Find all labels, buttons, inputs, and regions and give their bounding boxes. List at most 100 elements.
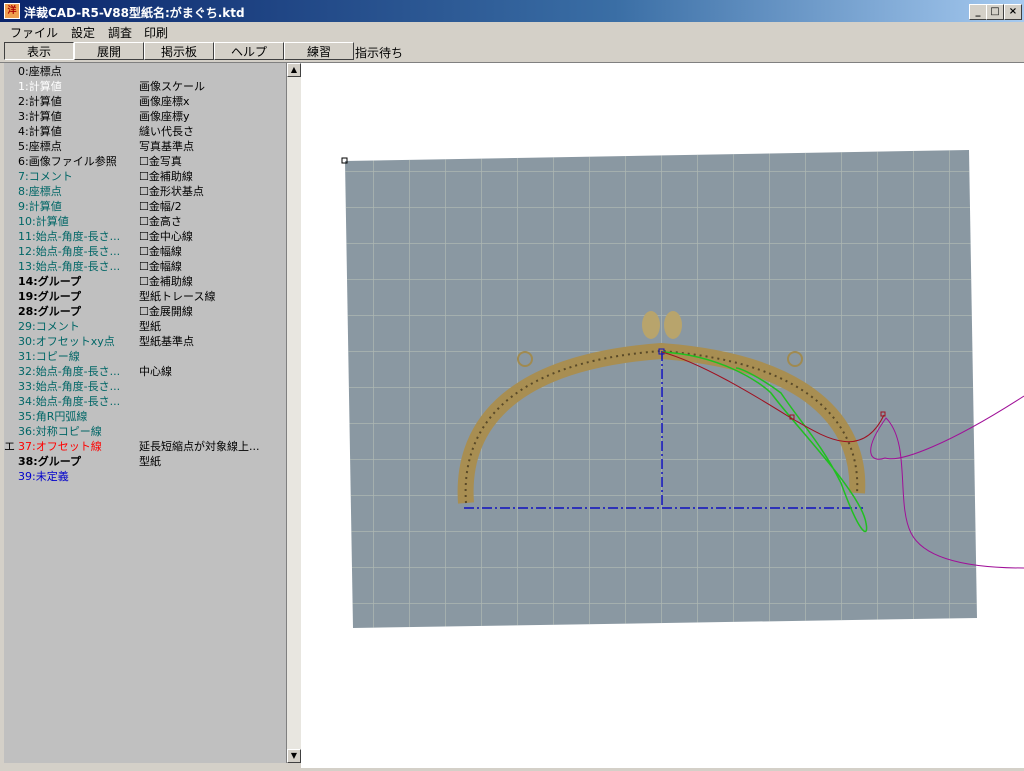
- list-item[interactable]: 28:グループ ☐金展開線: [4, 304, 286, 319]
- menu-settings[interactable]: 設定: [71, 24, 95, 41]
- item-value: 型紙トレース線: [139, 290, 216, 303]
- menu-print[interactable]: 印刷: [144, 24, 168, 41]
- app-icon[interactable]: 洋: [4, 3, 20, 19]
- item-key: 13:始点-角度-長さ...: [18, 260, 121, 273]
- item-value: 縫い代長さ: [139, 125, 194, 138]
- item-value: 型紙基準点: [139, 335, 194, 348]
- list-item[interactable]: 19:グループ 型紙トレース線: [4, 289, 286, 304]
- list-item[interactable]: 31:コピー線: [4, 349, 286, 364]
- item-value: ☐金形状基点: [139, 185, 204, 198]
- list-item[interactable]: 6:画像ファイル参照 ☐金写真: [4, 154, 286, 169]
- menu-file[interactable]: ファイル: [10, 24, 58, 41]
- item-value: 型紙: [139, 320, 161, 333]
- item-value: 写真基準点: [139, 140, 194, 153]
- board-button[interactable]: 掲示板: [144, 42, 214, 60]
- maximize-button[interactable]: □: [986, 4, 1004, 20]
- item-key: 30:オフセットxy点: [18, 335, 115, 348]
- window-title: 洋裁CAD-R5-V88型紙名:がまぐち.ktd: [24, 6, 245, 20]
- list-item[interactable]: エ 37:オフセット線 延長短縮点が対象線上...: [4, 439, 286, 454]
- item-key: 38:グループ: [18, 455, 82, 468]
- scroll-down-arrow-icon[interactable]: ▼: [287, 749, 301, 763]
- list-item[interactable]: 10:計算値 ☐金高さ: [4, 214, 286, 229]
- item-key: 37:オフセット線: [18, 440, 102, 453]
- item-key: 0:座標点: [18, 65, 62, 78]
- item-value: 画像座標x: [139, 95, 190, 108]
- item-key: 19:グループ: [18, 290, 82, 303]
- item-key: 14:グループ: [18, 275, 82, 288]
- item-key: 36:対称コピー線: [18, 425, 102, 438]
- list-item[interactable]: 34:始点-角度-長さ...: [4, 394, 286, 409]
- item-marker: エ: [4, 440, 15, 453]
- list-item[interactable]: 35:角R円弧線: [4, 409, 286, 424]
- item-key: 8:座標点: [18, 185, 62, 198]
- item-key: 35:角R円弧線: [18, 410, 88, 423]
- item-value: ☐金補助線: [139, 275, 193, 288]
- item-key: 10:計算値: [18, 215, 69, 228]
- list-item[interactable]: 14:グループ ☐金補助線: [4, 274, 286, 289]
- list-item[interactable]: 11:始点-角度-長さ... ☐金中心線: [4, 229, 286, 244]
- item-key: 5:座標点: [18, 140, 62, 153]
- practice-button[interactable]: 練習: [284, 42, 354, 60]
- list-item[interactable]: 13:始点-角度-長さ... ☐金幅線: [4, 259, 286, 274]
- title-bar: 洋 洋裁CAD-R5-V88型紙名:がまぐち.ktd _ □ ×: [0, 0, 1024, 22]
- minimize-button[interactable]: _: [969, 4, 987, 20]
- list-scrollbar[interactable]: ▲ ▼: [286, 63, 301, 763]
- list-item[interactable]: 4:計算値 縫い代長さ: [4, 124, 286, 139]
- list-item[interactable]: 2:計算値 画像座標x: [4, 94, 286, 109]
- item-key: 11:始点-角度-長さ...: [18, 230, 121, 243]
- item-value: 延長短縮点が対象線上...: [139, 440, 260, 453]
- item-value: ☐金幅線: [139, 245, 182, 258]
- list-item[interactable]: 0:座標点: [4, 64, 286, 79]
- close-button[interactable]: ×: [1004, 4, 1022, 20]
- list-item[interactable]: 29:コメント 型紙: [4, 319, 286, 334]
- item-value: ☐金写真: [139, 155, 182, 168]
- expand-button[interactable]: 展開: [74, 42, 144, 60]
- list-item[interactable]: 36:対称コピー線: [4, 424, 286, 439]
- drawing-canvas[interactable]: [301, 63, 1024, 768]
- item-value: ☐金幅/2: [139, 200, 182, 213]
- item-value: 画像スケール: [139, 80, 205, 93]
- status-text: 指示待ち: [355, 46, 404, 60]
- item-key: 3:計算値: [18, 110, 62, 123]
- item-value: ☐金幅線: [139, 260, 182, 273]
- item-value: 画像座標y: [139, 110, 190, 123]
- list-item[interactable]: 33:始点-角度-長さ...: [4, 379, 286, 394]
- item-key: 2:計算値: [18, 95, 62, 108]
- list-item[interactable]: 8:座標点 ☐金形状基点: [4, 184, 286, 199]
- item-key: 28:グループ: [18, 305, 82, 318]
- list-item[interactable]: 7:コメント ☐金補助線: [4, 169, 286, 184]
- item-key: 7:コメント: [18, 170, 73, 183]
- list-item[interactable]: 1:計算値 画像スケール: [4, 79, 286, 94]
- list-item[interactable]: 9:計算値 ☐金幅/2: [4, 199, 286, 214]
- list-item[interactable]: 3:計算値 画像座標y: [4, 109, 286, 124]
- element-list[interactable]: 0:座標点 1:計算値 画像スケール 2:計算値 画像座標x 3:計算値 画像座標y 4:計算…: [4, 63, 286, 763]
- item-key: 34:始点-角度-長さ...: [18, 395, 121, 408]
- item-key: 1:計算値: [18, 80, 62, 93]
- menu-inspect[interactable]: 調査: [108, 24, 132, 41]
- list-item[interactable]: 39:未定義: [4, 469, 286, 484]
- item-key: 6:画像ファイル参照: [18, 155, 117, 168]
- item-key: 4:計算値: [18, 125, 62, 138]
- view-button[interactable]: 表示: [4, 42, 74, 60]
- item-value: 中心線: [139, 365, 172, 378]
- list-item[interactable]: 32:始点-角度-長さ... 中心線: [4, 364, 286, 379]
- item-key: 33:始点-角度-長さ...: [18, 380, 121, 393]
- item-key: 12:始点-角度-長さ...: [18, 245, 121, 258]
- list-item[interactable]: 5:座標点 写真基準点: [4, 139, 286, 154]
- scroll-up-arrow-icon[interactable]: ▲: [287, 63, 301, 77]
- menu-bar: ファイル 設定 調査 印刷: [0, 22, 1024, 41]
- item-key: 31:コピー線: [18, 350, 80, 363]
- toolbar: 表示 展開 掲示板 ヘルプ 練習 指示待ち: [0, 41, 1024, 63]
- list-item[interactable]: 30:オフセットxy点 型紙基準点: [4, 334, 286, 349]
- item-value: ☐金展開線: [139, 305, 193, 318]
- item-value: ☐金高さ: [139, 215, 182, 228]
- item-value: ☐金中心線: [139, 230, 193, 243]
- item-value: ☐金補助線: [139, 170, 193, 183]
- list-item[interactable]: 12:始点-角度-長さ... ☐金幅線: [4, 244, 286, 259]
- list-item[interactable]: 38:グループ 型紙: [4, 454, 286, 469]
- item-key: 39:未定義: [18, 470, 69, 483]
- item-key: 29:コメント: [18, 320, 80, 333]
- item-value: 型紙: [139, 455, 161, 468]
- help-button[interactable]: ヘルプ: [214, 42, 284, 60]
- canvas-drawing: [341, 150, 1024, 628]
